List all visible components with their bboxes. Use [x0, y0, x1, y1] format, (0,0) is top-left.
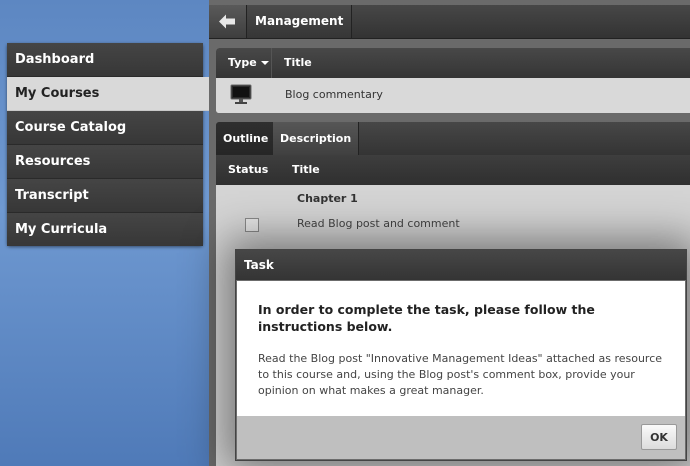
caret-down-icon: [260, 61, 269, 65]
tab-outline[interactable]: Outline: [216, 122, 277, 155]
type-column-label: Type: [228, 56, 257, 69]
sidebar-item-my-courses[interactable]: My Courses: [7, 77, 225, 111]
outline-tabs: Outline Description: [216, 122, 690, 155]
sidebar-item-my-curricula[interactable]: My Curricula: [7, 213, 203, 246]
type-column-header[interactable]: Type: [216, 48, 272, 78]
course-table: Type Title Blog commentary: [216, 48, 690, 113]
outline-table-header: Status Title: [216, 155, 690, 185]
sidebar-item-transcript[interactable]: Transcript: [7, 179, 203, 213]
monitor-icon: [230, 84, 252, 104]
sidebar-item-course-catalog[interactable]: Course Catalog: [7, 111, 203, 145]
course-row[interactable]: Blog commentary: [216, 78, 690, 113]
chapter-title: Chapter 1: [297, 192, 358, 205]
task-dialog: Task In order to complete the task, plea…: [235, 249, 687, 461]
outline-item-title[interactable]: Read Blog post and comment: [297, 217, 460, 230]
dialog-title: Task: [236, 250, 686, 280]
course-table-header: Type Title: [216, 48, 690, 78]
dialog-heading: In order to complete the task, please fo…: [258, 302, 595, 334]
ok-button[interactable]: OK: [641, 424, 677, 450]
sidebar-item-dashboard[interactable]: Dashboard: [7, 43, 203, 77]
title-column-header-outline: Title: [292, 163, 320, 176]
sidebar-item-resources[interactable]: Resources: [7, 145, 203, 179]
dialog-body: In order to complete the task, please fo…: [237, 281, 685, 416]
course-title: Blog commentary: [285, 88, 383, 101]
dialog-instructions: Read the Blog post "Innovative Managemen…: [258, 352, 663, 397]
top-bar: Management: [209, 5, 690, 39]
dialog-footer: OK: [237, 416, 685, 459]
title-column-header: Title: [284, 56, 312, 69]
status-column-header: Status: [228, 163, 269, 176]
arrow-left-icon: [219, 14, 235, 29]
back-button[interactable]: [209, 5, 247, 38]
status-checkbox[interactable]: [245, 218, 259, 232]
sidebar-nav: Dashboard My Courses Course Catalog Reso…: [7, 43, 225, 246]
tab-description[interactable]: Description: [273, 122, 360, 155]
breadcrumb-management: Management: [247, 5, 353, 38]
